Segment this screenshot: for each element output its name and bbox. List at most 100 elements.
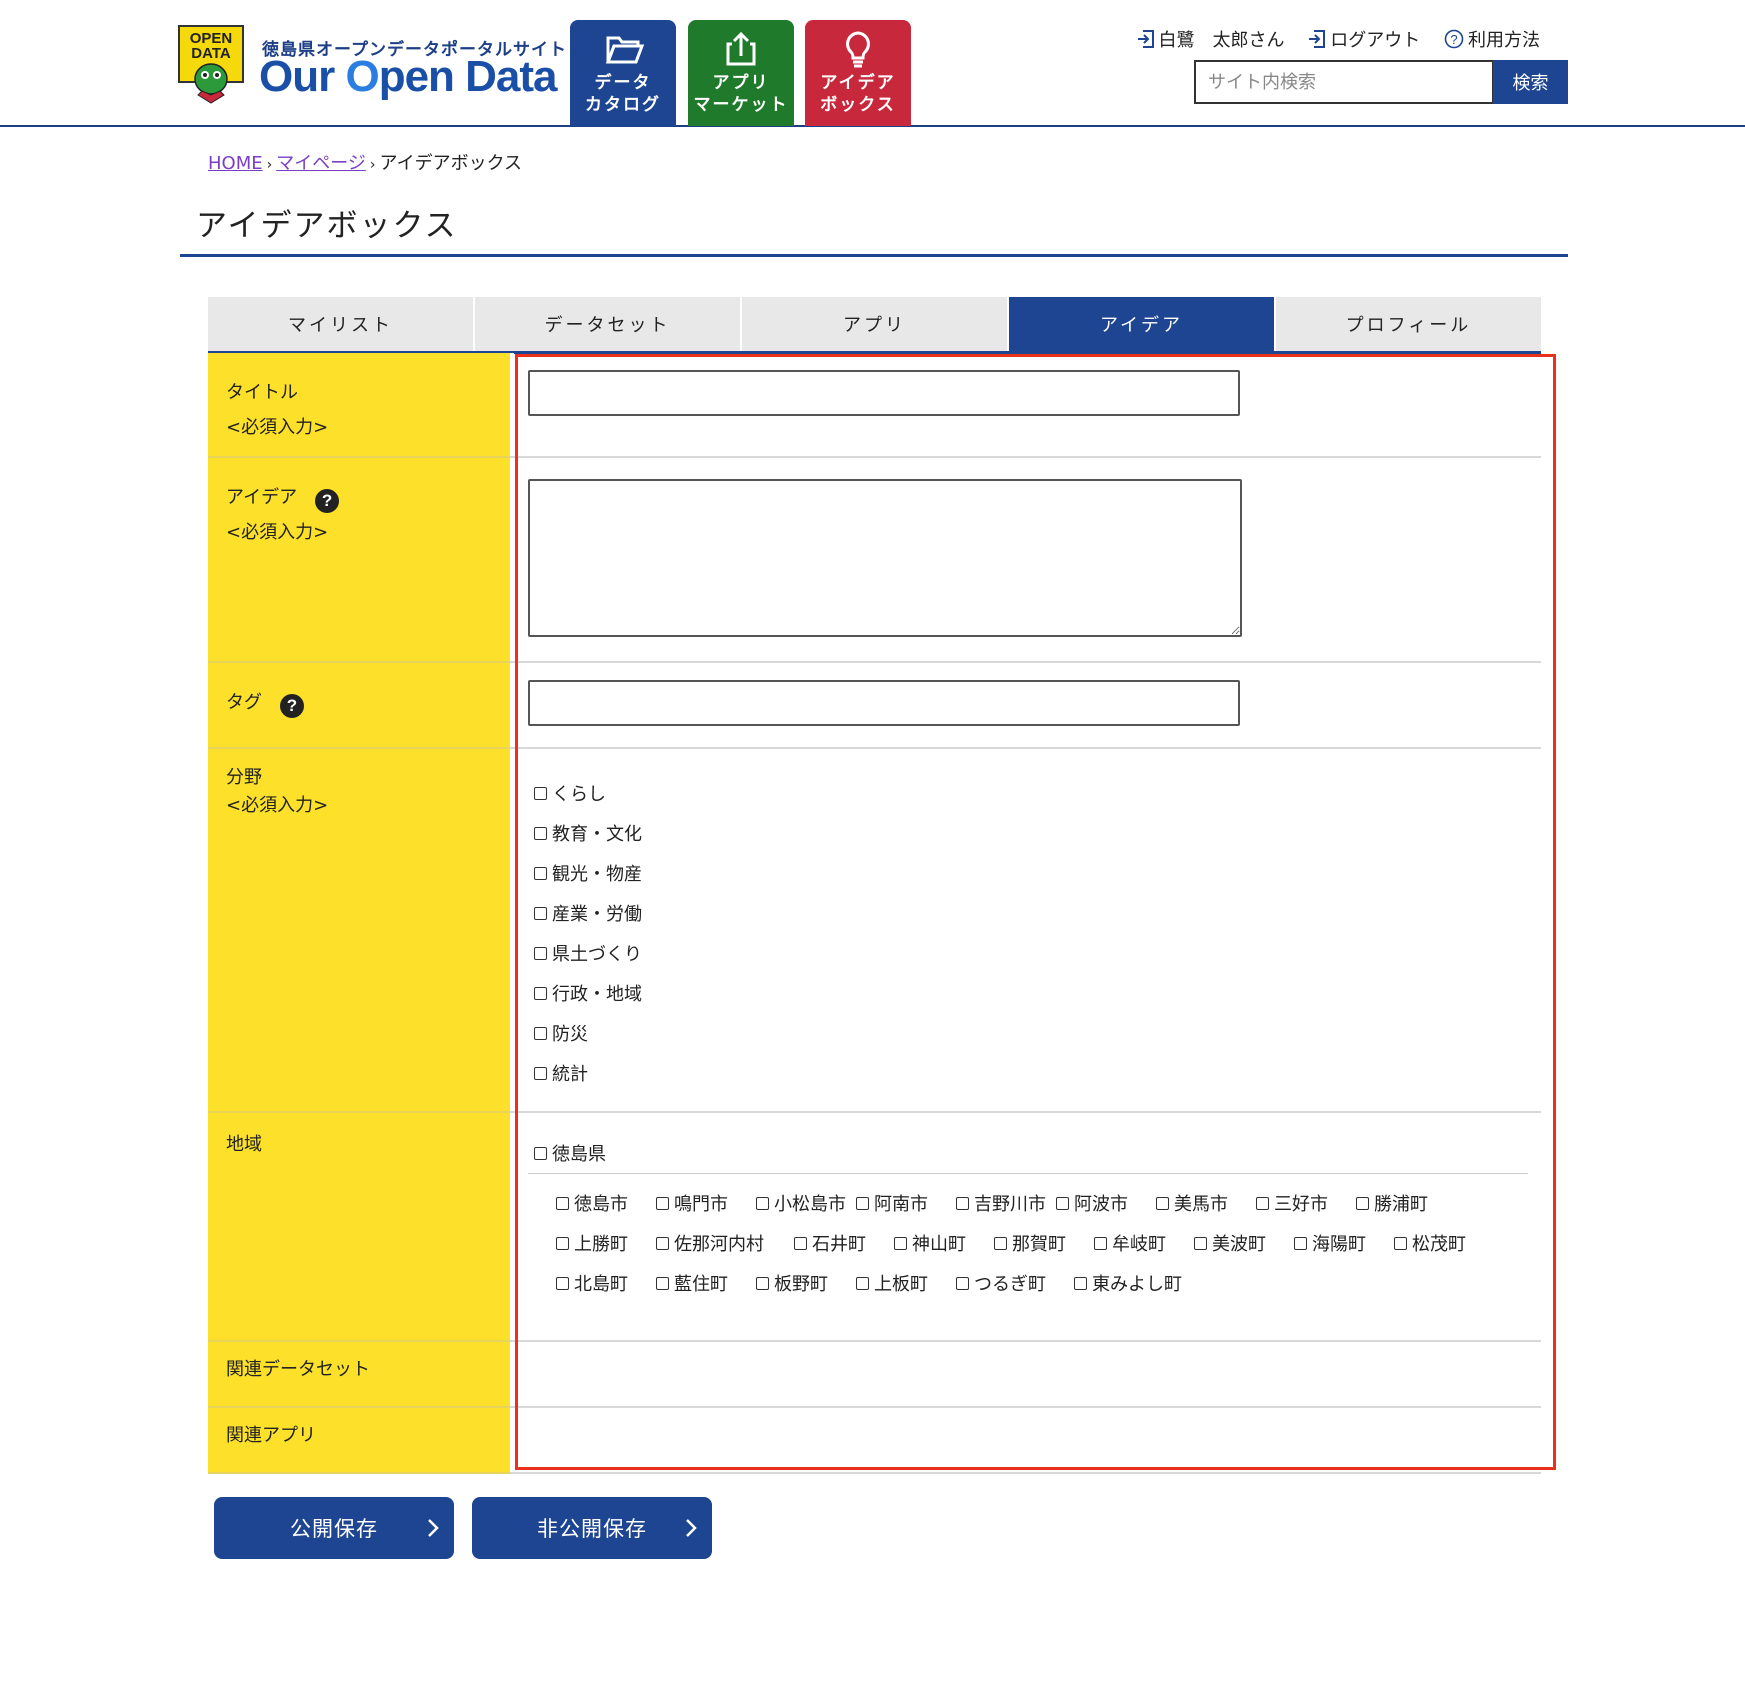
category-checkbox[interactable]: 行政・地域 [534, 973, 642, 1013]
category-checkbox[interactable]: 防災 [534, 1013, 642, 1053]
logout-link[interactable]: ログアウト [1308, 26, 1420, 52]
breadcrumb-current: アイデアボックス [379, 153, 523, 174]
checkbox[interactable] [556, 1276, 569, 1290]
municipality-checkbox[interactable]: 阿波市 [1056, 1183, 1128, 1223]
municipality-checkbox[interactable]: 勝浦町 [1356, 1183, 1428, 1223]
municipality-checkbox[interactable]: 小松島市 [756, 1183, 846, 1223]
checkbox[interactable] [1156, 1196, 1169, 1210]
municipality-checkbox[interactable]: 東みよし町 [1074, 1263, 1182, 1303]
tab-dataset[interactable]: データセット [475, 297, 742, 351]
help-icon[interactable]: ? [280, 694, 304, 718]
category-field: くらし 教育・文化 観光・物産 産業・労働 県土づくり 行政・地域 防災 統計 [510, 749, 1541, 1111]
category-checkbox[interactable]: 統計 [534, 1053, 642, 1093]
checkbox[interactable] [534, 1066, 547, 1080]
search-button[interactable]: 検索 [1493, 60, 1568, 104]
checkbox[interactable] [956, 1196, 969, 1210]
municipality-checkbox[interactable]: 海陽町 [1294, 1223, 1366, 1263]
checkbox[interactable] [856, 1196, 869, 1210]
checkbox[interactable] [534, 1146, 547, 1160]
checkbox[interactable] [1074, 1276, 1087, 1290]
municipality-checkbox[interactable]: 美馬市 [1156, 1183, 1228, 1223]
related-dataset-label: 関連データセット [208, 1342, 510, 1408]
municipality-checkbox[interactable]: 神山町 [894, 1223, 966, 1263]
nav-app-market[interactable]: アプリ マーケット [688, 20, 794, 126]
public-save-button[interactable]: 公開保存 [214, 1497, 454, 1559]
region-label: 地域 [208, 1113, 510, 1342]
breadcrumb-mypage[interactable]: マイページ [276, 153, 366, 174]
checkbox[interactable] [534, 1026, 547, 1040]
checkbox[interactable] [1394, 1236, 1407, 1250]
title-input[interactable] [528, 370, 1240, 416]
municipality-checkbox[interactable]: 那賀町 [994, 1223, 1066, 1263]
idea-textarea[interactable] [528, 479, 1242, 637]
user-links: 白鷺 太郎さん ログアウト ? 利用方法 [1119, 26, 1540, 52]
municipality-checkbox[interactable]: 鳴門市 [656, 1183, 728, 1223]
checkbox[interactable] [534, 906, 547, 920]
checkbox[interactable] [856, 1276, 869, 1290]
municipality-checkbox[interactable]: 上板町 [856, 1263, 928, 1303]
municipality-checkbox[interactable]: 松茂町 [1394, 1223, 1466, 1263]
svg-text:?: ? [1450, 32, 1457, 47]
checkbox[interactable] [534, 946, 547, 960]
category-checkbox[interactable]: 教育・文化 [534, 813, 642, 853]
checkbox[interactable] [656, 1196, 669, 1210]
checkbox[interactable] [656, 1236, 669, 1250]
tab-app[interactable]: アプリ [742, 297, 1009, 351]
municipality-checkbox[interactable]: 上勝町 [556, 1223, 628, 1263]
checkbox[interactable] [794, 1236, 807, 1250]
login-icon [1137, 30, 1154, 48]
tab-profile[interactable]: プロフィール [1276, 297, 1541, 351]
checkbox[interactable] [534, 786, 547, 800]
checkbox[interactable] [534, 986, 547, 1000]
checkbox[interactable] [1056, 1196, 1069, 1210]
idea-form: タイトル <必須入力> アイデア? <必須入力> タグ? 分野 <必須入力> く… [208, 353, 1541, 1474]
breadcrumb-home[interactable]: HOME [208, 153, 263, 174]
help-link[interactable]: ? 利用方法 [1444, 26, 1540, 52]
municipality-checkbox[interactable]: 石井町 [794, 1223, 866, 1263]
municipality-checkbox[interactable]: 阿南市 [856, 1183, 928, 1223]
checkbox[interactable] [556, 1196, 569, 1210]
question-circle-icon: ? [1444, 29, 1464, 49]
municipality-checkbox[interactable]: つるぎ町 [956, 1263, 1046, 1303]
municipality-checkbox[interactable]: 徳島市 [556, 1183, 628, 1223]
private-save-button[interactable]: 非公開保存 [472, 1497, 712, 1559]
checkbox[interactable] [556, 1236, 569, 1250]
user-profile-link[interactable]: 白鷺 太郎さん [1137, 26, 1285, 52]
checkbox[interactable] [1256, 1196, 1269, 1210]
municipality-checkbox[interactable]: 牟岐町 [1094, 1223, 1166, 1263]
category-checkbox[interactable]: くらし [534, 773, 642, 813]
checkbox[interactable] [756, 1196, 769, 1210]
checkbox[interactable] [894, 1236, 907, 1250]
prefecture-checkbox[interactable]: 徳島県 [534, 1135, 606, 1171]
search-input[interactable] [1194, 60, 1494, 104]
nav-data-catalog[interactable]: データ カタログ [570, 20, 676, 126]
municipality-checkbox[interactable]: 美波町 [1194, 1223, 1266, 1263]
municipality-checkbox[interactable]: 板野町 [756, 1263, 828, 1303]
category-checkbox[interactable]: 県土づくり [534, 933, 642, 973]
checkbox[interactable] [994, 1236, 1007, 1250]
checkbox[interactable] [656, 1276, 669, 1290]
tag-input[interactable] [528, 680, 1240, 726]
checkbox[interactable] [1294, 1236, 1307, 1250]
checkbox[interactable] [756, 1276, 769, 1290]
tab-mylist[interactable]: マイリスト [208, 297, 475, 351]
municipality-checkbox[interactable]: 三好市 [1256, 1183, 1328, 1223]
checkbox[interactable] [1356, 1196, 1369, 1210]
checkbox[interactable] [534, 866, 547, 880]
category-checkbox[interactable]: 観光・物産 [534, 853, 642, 893]
municipality-checkbox[interactable]: 佐那河内村 [656, 1223, 764, 1263]
checkbox[interactable] [1194, 1236, 1207, 1250]
help-icon[interactable]: ? [315, 489, 340, 513]
municipality-checkbox[interactable]: 藍住町 [656, 1263, 728, 1303]
chevron-right-icon [686, 1519, 697, 1537]
municipality-checkbox[interactable]: 北島町 [556, 1263, 628, 1303]
checkbox[interactable] [956, 1276, 969, 1290]
category-checkbox[interactable]: 産業・労働 [534, 893, 642, 933]
tab-idea[interactable]: アイデア [1009, 297, 1276, 351]
nav-idea-box[interactable]: アイデア ボックス [805, 20, 911, 126]
checkbox[interactable] [1094, 1236, 1107, 1250]
region-divider [528, 1173, 1528, 1174]
site-logo[interactable]: OPEN DATA 徳島県オープンデータポータルサイト Our Open Dat… [178, 25, 566, 109]
municipality-checkbox[interactable]: 吉野川市 [956, 1183, 1046, 1223]
checkbox[interactable] [534, 826, 547, 840]
